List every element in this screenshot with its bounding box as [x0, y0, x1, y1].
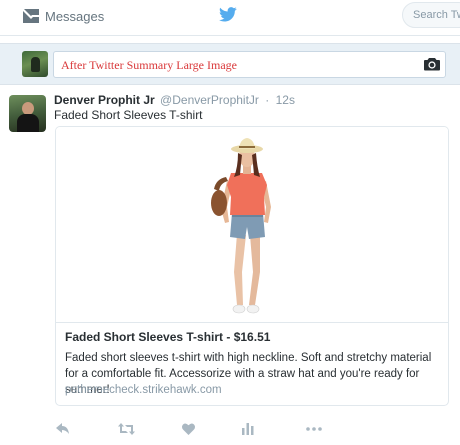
- twitter-bird-icon: [219, 7, 237, 22]
- reply-icon: [56, 423, 69, 434]
- like-button[interactable]: [178, 419, 198, 439]
- messages-nav-button[interactable]: Messages: [22, 6, 104, 26]
- separator: ·: [265, 93, 270, 107]
- analytics-button[interactable]: [238, 419, 258, 439]
- reply-button[interactable]: [53, 419, 73, 439]
- add-photo-button[interactable]: [424, 57, 440, 76]
- tweet-actions: [0, 419, 460, 439]
- author-avatar[interactable]: [9, 95, 46, 132]
- twitter-logo[interactable]: [219, 7, 237, 27]
- compose-avatar: [22, 51, 48, 77]
- top-nav: Messages Search Twi: [0, 0, 460, 36]
- tweet-text: Faded Short Sleeves T-shirt: [54, 108, 203, 122]
- messages-label: Messages: [45, 8, 105, 24]
- card-link[interactable]: psthemecheck.strikehawk.com: [65, 384, 222, 396]
- card-title: Faded Short Sleeves T-shirt - $16.51: [65, 330, 271, 344]
- compose-bar: After Twitter Summary Large Image: [0, 43, 460, 85]
- search-placeholder: Search Twi: [413, 9, 460, 21]
- retweet-button[interactable]: [116, 419, 136, 439]
- more-button[interactable]: [304, 419, 324, 439]
- author-name[interactable]: Denver Prophit Jr: [54, 93, 155, 107]
- product-photo: [211, 138, 271, 314]
- envelope-icon: [23, 9, 39, 23]
- author-handle[interactable]: @DenverProphitJr: [160, 93, 259, 107]
- compose-input[interactable]: After Twitter Summary Large Image: [53, 51, 446, 78]
- more-icon: [306, 427, 322, 431]
- compose-text: After Twitter Summary Large Image: [61, 58, 237, 72]
- retweet-icon: [117, 423, 135, 435]
- analytics-icon: [242, 423, 254, 435]
- tweet-timestamp[interactable]: 12s: [276, 93, 295, 107]
- tweet-header: Denver Prophit Jr @DenverProphitJr · 12s: [54, 93, 295, 107]
- summary-card[interactable]: Faded Short Sleeves T-shirt - $16.51 Fad…: [55, 126, 449, 406]
- card-image: [56, 127, 448, 323]
- camera-icon: [424, 58, 440, 71]
- search-input[interactable]: Search Twi: [402, 2, 460, 28]
- like-icon: [181, 423, 195, 435]
